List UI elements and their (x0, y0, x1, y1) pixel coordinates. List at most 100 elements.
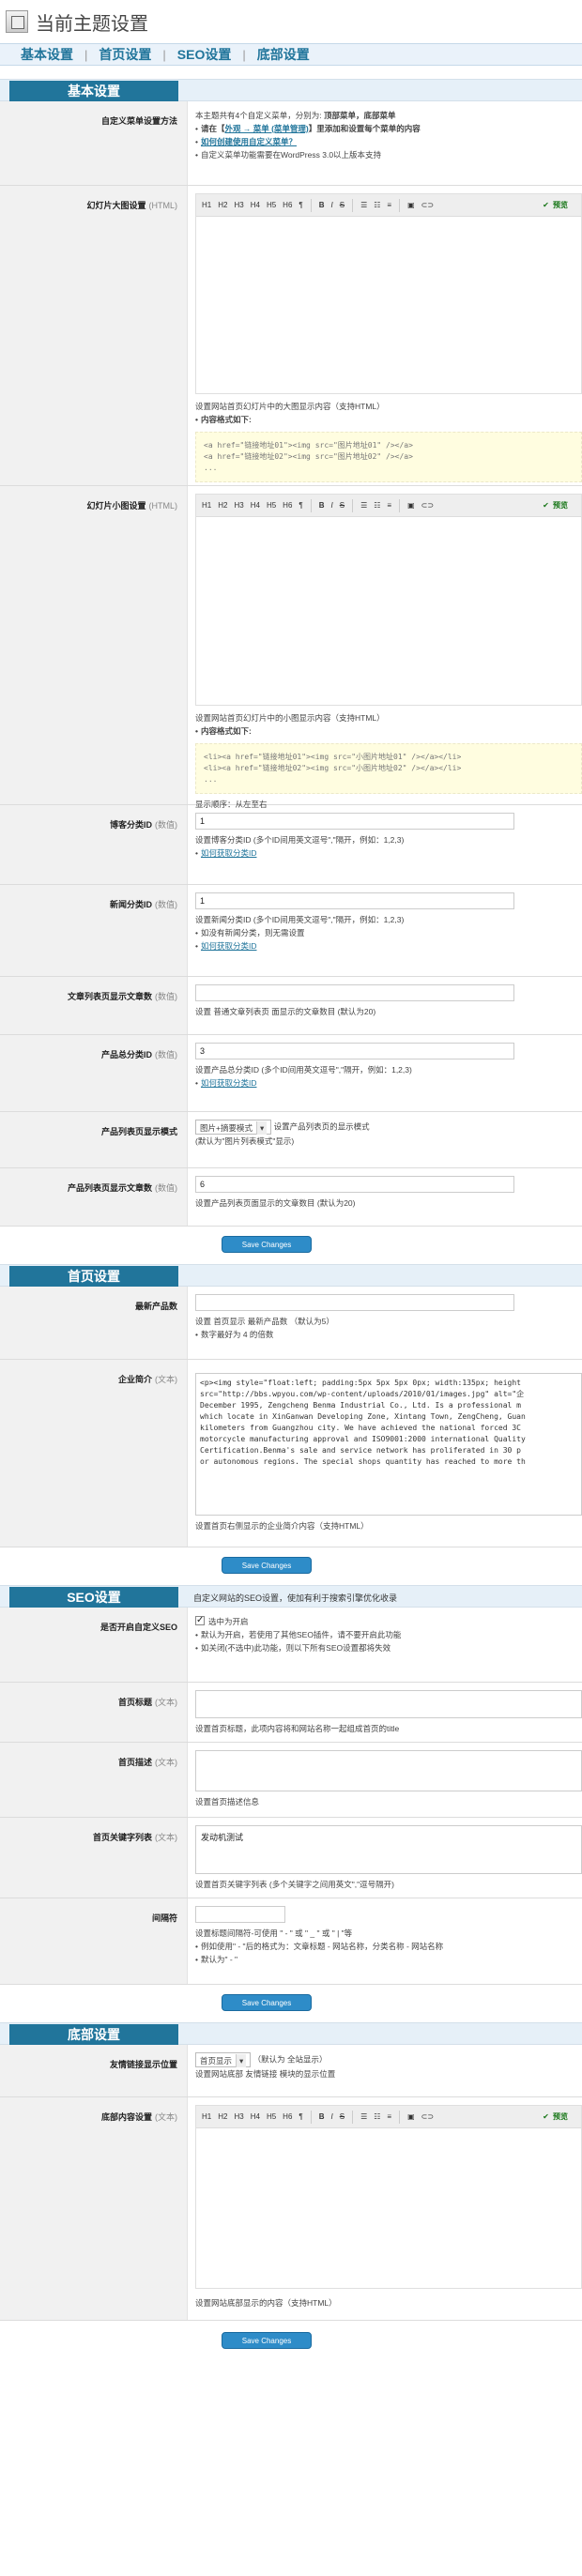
menu-manage-link[interactable]: 外观 → 菜单 (菜单管理) (225, 124, 309, 133)
unordered-list-icon[interactable]: ☷ (372, 199, 382, 211)
ordered-list-icon[interactable]: ☰ (359, 199, 369, 211)
chevron-down-icon: ▾ (255, 1121, 268, 1135)
paragraph-icon[interactable]: ¶ (297, 199, 304, 211)
product-mode-select[interactable]: 图片+摘要模式 ▾ (195, 1120, 272, 1135)
product-cat-row: 产品总分类ID (数值) 3 设置产品总分类ID (多个ID间用英文逗号","隔开… (0, 1035, 582, 1112)
tab-home[interactable]: 首页设置 (87, 45, 162, 64)
save-button[interactable]: Save Changes (222, 1994, 312, 2011)
bold-icon[interactable]: B (317, 199, 327, 211)
italic-icon[interactable]: I (329, 2111, 334, 2123)
title-bar: 当前主题设置 (0, 0, 582, 43)
ordered-list-icon[interactable]: ☰ (359, 499, 369, 511)
code-example: <li><a href="链接地址01"><img src="小图片地址01" … (195, 743, 582, 794)
strikethrough-icon[interactable]: S (338, 499, 346, 511)
ordered-list-icon[interactable]: ☰ (359, 2111, 369, 2123)
tab-footer[interactable]: 底部设置 (246, 45, 321, 64)
get-cat-id-link[interactable]: 如何获取分类ID (201, 848, 257, 858)
company-intro-row: 企业简介 (文本) <p><img style="float:left; padd… (0, 1360, 582, 1547)
field-label: 最新产品数 (134, 1302, 177, 1311)
code-example: <a href="链接地址01"><img src="图片地址01" /></a… (195, 432, 582, 482)
enable-seo-checkbox[interactable] (195, 1614, 205, 1627)
seo-section: SEO设置 自定义网站的SEO设置，使加有利于搜索引擎优化收录 是否开启自定义S… (0, 1585, 582, 2022)
bold-icon[interactable]: B (317, 2111, 327, 2123)
save-button[interactable]: Save Changes (222, 2332, 312, 2349)
news-cat-input[interactable]: 1 (195, 892, 514, 909)
friend-links-select[interactable]: 首页显示 ▾ (195, 2052, 252, 2067)
bold-icon[interactable]: B (317, 499, 327, 511)
home-desc-row: 首页描述 (文本) 设置首页描述信息 (0, 1743, 582, 1818)
latest-count-input[interactable] (195, 1294, 514, 1311)
section-header: SEO设置 自定义网站的SEO设置，使加有利于搜索引擎优化收录 (0, 1585, 582, 1608)
align-icon[interactable]: ≡ (385, 499, 393, 511)
home-desc-textarea[interactable] (195, 1750, 582, 1791)
field-label: 友情链接显示位置 (109, 2060, 177, 2069)
tab-seo[interactable]: SEO设置 (166, 45, 243, 64)
field-label: 是否开启自定义SEO (100, 1623, 177, 1632)
footer-content-row: 底部内容设置 (文本) H1 H2 H3 H4 H5 H6 ¶ BIS ☰ ☷ ≡ ▣ ⊂⊃ ✔ … (0, 2097, 582, 2321)
home-title-input[interactable] (195, 1690, 582, 1718)
keywords-textarea[interactable]: 发动机测试 (195, 1825, 582, 1874)
company-intro-textarea[interactable]: <p><img style="float:left; padding:5px 5… (195, 1373, 582, 1516)
editor-toolbar: H1 H2 H3 H4 H5 H6 ¶ BIS ☰ ☷ ≡ ▣ ⊂⊃ ✔ 预览 (196, 2106, 581, 2128)
link-icon[interactable]: ⊂⊃ (420, 199, 436, 211)
preview-button[interactable]: ✔ 预览 (541, 496, 572, 514)
how-to-menu-link[interactable]: 如何创建使用自定义菜单？ (201, 137, 297, 146)
rich-text-editor: H1 H2 H3 H4 H5 H6 ¶ BIS ☰ ☷ ≡ ▣ ⊂⊃ ✔ 预览 (195, 193, 582, 394)
get-cat-id-link[interactable]: 如何获取分类ID (201, 1078, 257, 1088)
section-title: 基本设置 (9, 81, 178, 101)
menu-row: 自定义菜单设置方法 本主题共有4个自定义菜单，分别为: 顶部菜单，底部菜单 请在… (0, 101, 582, 186)
paragraph-icon[interactable]: ¶ (297, 2111, 304, 2123)
section-title: 首页设置 (9, 1266, 178, 1287)
link-icon[interactable]: ⊂⊃ (420, 499, 436, 511)
section-header: 基本设置 (0, 79, 582, 101)
product-mode-row: 产品列表页显示模式 图片+摘要模式 ▾ 设置产品列表页的显示模式 (默认为"图片列… (0, 1112, 582, 1168)
save-button[interactable]: Save Changes (222, 1236, 312, 1253)
editor-toolbar: H1 H2 H3 H4 H5 H6 ¶ BIS ☰ ☷ ≡ ▣ ⊂⊃ ✔ 预览 (196, 495, 581, 517)
italic-icon[interactable]: I (329, 199, 334, 211)
custom-seo-row: 是否开启自定义SEO 选中为开启 默认为开启，若使用了其他SEO插件，请不要开启… (0, 1608, 582, 1683)
strikethrough-icon[interactable]: S (338, 199, 346, 211)
product-count-input[interactable]: 6 (195, 1176, 514, 1193)
image-icon[interactable]: ▣ (406, 199, 417, 211)
unordered-list-icon[interactable]: ☷ (372, 2111, 382, 2123)
basic-section: 基本设置 自定义菜单设置方法 本主题共有4个自定义菜单，分别为: 顶部菜单，底部… (0, 79, 582, 1264)
save-button[interactable]: Save Changes (222, 1557, 312, 1574)
get-cat-id-link[interactable]: 如何获取分类ID (201, 941, 257, 951)
editor-toolbar: H1 H2 H3 H4 H5 H6 ¶ BIS ☰ ☷ ≡ ▣ ⊂⊃ ✔ 预览 (196, 194, 581, 217)
section-header: 首页设置 (0, 1264, 582, 1287)
link-icon[interactable]: ⊂⊃ (420, 2111, 436, 2123)
friend-links-row: 友情链接显示位置 首页显示 ▾ （默认为 全站显示） 设置网站底部 友情链接 模块… (0, 2045, 582, 2097)
blog-cat-input[interactable]: 1 (195, 813, 514, 830)
section-title: SEO设置 (9, 1587, 178, 1608)
product-cat-input[interactable]: 3 (195, 1043, 514, 1059)
editor-body[interactable] (196, 217, 581, 393)
field-label: 自定义菜单设置方法 (100, 116, 177, 126)
home-title-row: 首页标题 (文本) 设置首页标题，此项内容将和网站名称一起组成首页的title (0, 1683, 582, 1743)
rich-text-editor: H1 H2 H3 H4 H5 H6 ¶ BIS ☰ ☷ ≡ ▣ ⊂⊃ ✔ 预览 (195, 494, 582, 706)
separator-row: 间隔符 设置标题间隔符-可使用 " - " 或 " _ " 或 " | "等 例… (0, 1898, 582, 1985)
tab-basic[interactable]: 基本设置 (9, 45, 84, 64)
field-label: 间隔符 (151, 1913, 177, 1923)
rich-text-editor: H1 H2 H3 H4 H5 H6 ¶ BIS ☰ ☷ ≡ ▣ ⊂⊃ ✔ 预览 (195, 2105, 582, 2289)
preview-button[interactable]: ✔ 预览 (541, 2108, 572, 2126)
unordered-list-icon[interactable]: ☷ (372, 499, 382, 511)
separator-input[interactable] (195, 1906, 285, 1923)
align-icon[interactable]: ≡ (385, 2111, 393, 2123)
section-header: 底部设置 (0, 2022, 582, 2045)
latest-products-row: 最新产品数 设置 首页显示 最新产品数 （默认为5） 数字最好为 4 的倍数 (0, 1287, 582, 1360)
align-icon[interactable]: ≡ (385, 199, 393, 211)
slider-small-row: 幻灯片小图设置 (HTML) H1 H2 H3 H4 H5 H6 ¶ BIS ☰ ☷ ≡ ▣ ⊂⊃… (0, 486, 582, 809)
home-section: 首页设置 最新产品数 设置 首页显示 最新产品数 （默认为5） 数字最好为 4 … (0, 1264, 582, 1585)
image-icon[interactable]: ▣ (406, 2111, 417, 2123)
italic-icon[interactable]: I (329, 499, 334, 511)
footer-section: 底部设置 友情链接显示位置 首页显示 ▾ （默认为 全站显示） 设置网站底部 友情… (0, 2022, 582, 2358)
paragraph-icon[interactable]: ¶ (297, 499, 304, 511)
image-icon[interactable]: ▣ (406, 499, 417, 511)
preview-button[interactable]: ✔ 预览 (541, 196, 572, 214)
list-count-input[interactable] (195, 984, 514, 1001)
product-count-row: 产品列表页显示文章数 (数值) 6 设置产品列表页面显示的文章数目 (默认为20) (0, 1168, 582, 1227)
list-count-row: 文章列表页显示文章数 (数值) 设置 普通文章列表页 面显示的文章数目 (默认为2… (0, 977, 582, 1035)
editor-body[interactable] (196, 517, 581, 705)
editor-body[interactable] (196, 2128, 581, 2288)
strikethrough-icon[interactable]: S (338, 2111, 346, 2123)
